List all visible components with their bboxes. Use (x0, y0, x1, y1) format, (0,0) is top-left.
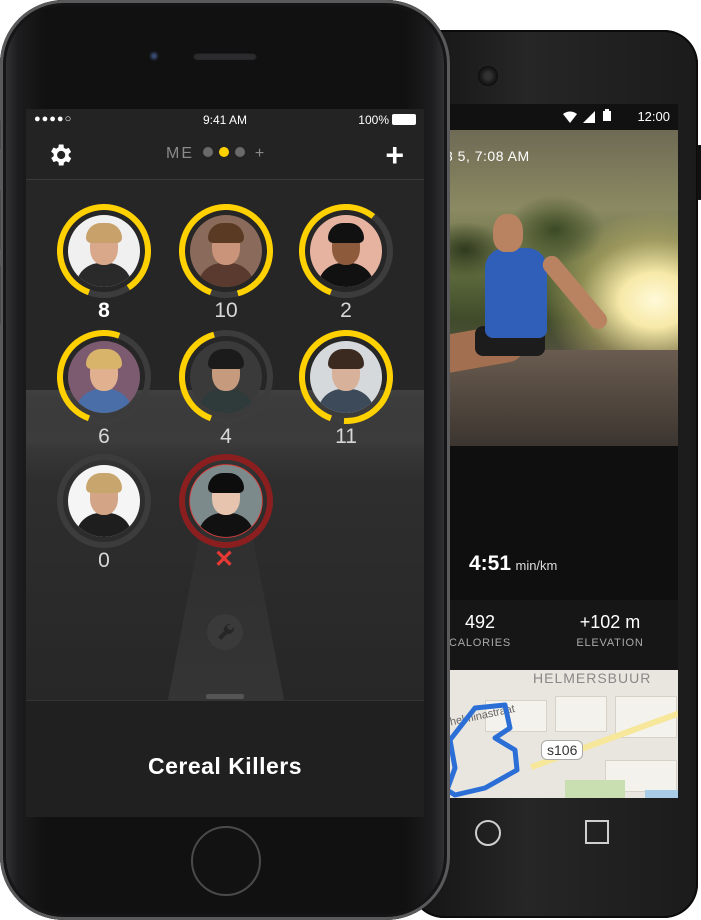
friend-count: 2 (340, 299, 352, 322)
android-clock: 12:00 (637, 109, 670, 124)
home-icon[interactable] (475, 820, 501, 846)
battery-icon (603, 109, 611, 121)
avatar (190, 465, 262, 537)
pager-plus-label: + (254, 145, 267, 162)
top-bar: ME + + (26, 131, 424, 180)
front-camera (148, 50, 160, 62)
android-power-button (697, 145, 701, 200)
android-screen: 12:00 3 5, 7:08 AM 4:51 min/km 492 CALOR… (445, 104, 678, 798)
photo-date: 3 5, 7:08 AM (445, 148, 530, 164)
group-name[interactable]: Cereal Killers (26, 753, 424, 780)
battery-indicator: 100% (358, 113, 416, 127)
avatar (190, 215, 262, 287)
pace-unit: min/km (515, 558, 558, 573)
friend-count: 10 (214, 299, 238, 322)
android-status-bar: 12:00 (445, 104, 678, 130)
recent-apps-icon[interactable] (585, 820, 609, 844)
drawer-handle[interactable] (206, 694, 244, 699)
friend-tile[interactable]: 10 (176, 201, 276, 329)
ios-status-bar: ●●●●○ 9:41 AM 100% (26, 109, 424, 131)
friend-count: 0 (98, 549, 110, 572)
avatar (68, 465, 140, 537)
friend-count: 8 (98, 299, 110, 322)
page-dot (203, 147, 214, 157)
avatar (68, 341, 140, 413)
android-phone: 12:00 3 5, 7:08 AM 4:51 min/km 492 CALOR… (410, 30, 701, 918)
route-shield: s106 (541, 740, 584, 760)
remove-icon[interactable]: ✕ (214, 545, 234, 574)
pace-value: 4:51 (469, 552, 512, 575)
route-line (445, 702, 520, 798)
friend-tile[interactable]: ✕ (176, 451, 276, 579)
wrench-icon[interactable] (207, 614, 243, 650)
friend-count: 6 (98, 425, 110, 448)
avatar (310, 341, 382, 413)
friend-tile[interactable]: 6 (54, 327, 154, 455)
avatar (68, 215, 140, 287)
add-button[interactable]: + (385, 139, 404, 171)
gear-icon[interactable] (46, 141, 74, 169)
pace-readout: 4:51 min/km (469, 552, 557, 576)
run-photo: 3 5, 7:08 AM (445, 130, 678, 446)
cell-signal-icon (583, 111, 595, 123)
avatar (310, 215, 382, 287)
run-stats: 492 CALORIES +102 m ELEVATION (445, 600, 678, 670)
elevation-stat: +102 m ELEVATION (576, 612, 644, 649)
friend-tile[interactable]: 0 (54, 451, 154, 579)
pager-me-label: ME (166, 145, 194, 162)
home-button[interactable] (191, 826, 261, 896)
iphone: ●●●●○ 9:41 AM 100% ME + + 8 10 2 6 4 11 0 ✕ (0, 0, 450, 920)
volume-up-button (0, 190, 1, 250)
android-nav-bar (445, 798, 678, 868)
friend-tile[interactable]: 8 (54, 201, 154, 329)
page-indicator[interactable]: ME + (166, 145, 266, 163)
page-dot-active (219, 147, 230, 157)
mute-switch (0, 120, 1, 150)
friend-tile[interactable]: 4 (176, 327, 276, 455)
page-dot (235, 147, 246, 157)
calories-stat: 492 CALORIES (448, 612, 512, 649)
battery-icon (392, 114, 416, 125)
friend-count: 11 (335, 425, 357, 448)
route-map[interactable]: HELMERSBUUR lhelminastraat s106 (445, 670, 678, 798)
android-speaker (478, 66, 498, 86)
friend-tile[interactable]: 11 (296, 327, 396, 455)
friend-count: 4 (220, 425, 232, 448)
wifi-icon (563, 111, 577, 123)
earpiece (193, 52, 257, 60)
group-footer: Cereal Killers (26, 700, 424, 817)
friend-tile[interactable]: 2 (296, 201, 396, 329)
avatar (190, 341, 262, 413)
ios-screen: ●●●●○ 9:41 AM 100% ME + + 8 10 2 6 4 11 0 ✕ (26, 109, 424, 817)
volume-down-button (0, 265, 1, 325)
